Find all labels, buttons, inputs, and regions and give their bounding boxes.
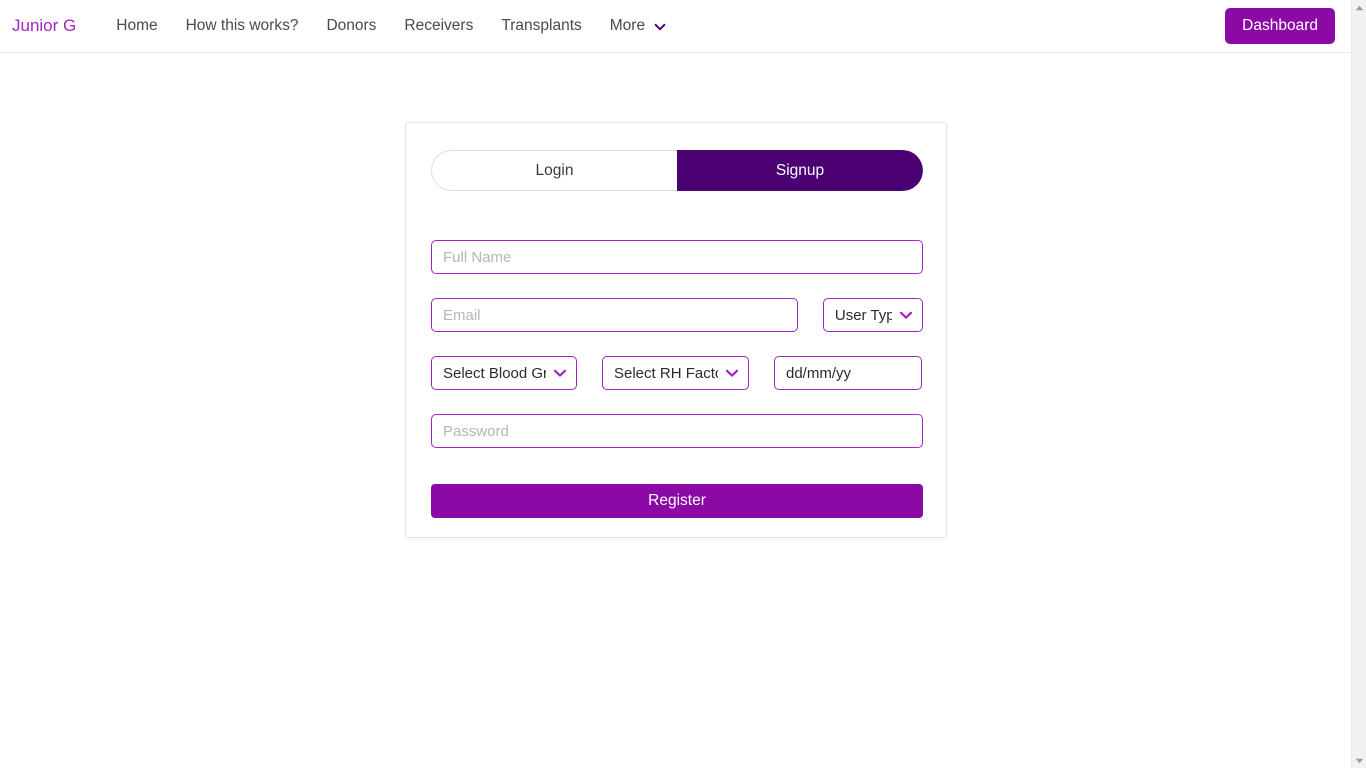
password-input[interactable] (431, 414, 923, 448)
scroll-down-arrow-icon[interactable] (1352, 753, 1366, 768)
brand-logo[interactable]: Junior G (12, 16, 76, 36)
rh-factor-select[interactable]: Select RH Factor (602, 356, 749, 390)
chevron-down-icon (654, 21, 666, 33)
full-name-input[interactable] (431, 240, 923, 274)
user-type-select-label: User Type (834, 306, 892, 324)
nav-item-home[interactable]: Home (102, 11, 171, 41)
nav-item-how-this-works[interactable]: How this works? (172, 11, 313, 41)
blood-group-select[interactable]: Select Blood Group (431, 356, 577, 390)
form-row-email-usertype: User Type (431, 298, 923, 332)
date-of-birth-value: dd/mm/yy (786, 364, 852, 382)
page-scrollbar[interactable] (1351, 0, 1366, 768)
register-button[interactable]: Register (431, 484, 923, 518)
nav-item-more[interactable]: More (596, 11, 680, 41)
nav-item-more-label: More (609, 17, 646, 34)
form-row-name (431, 240, 923, 274)
nav-item-transplants[interactable]: Transplants (487, 11, 595, 41)
signup-form: User Type Select Blood Group Select RH F… (431, 240, 923, 518)
blood-group-select-label: Select Blood Group (443, 364, 546, 382)
form-row-blood-rh-dob: Select Blood Group Select RH Factor dd/m… (431, 356, 923, 390)
chevron-down-icon (725, 366, 739, 380)
chevron-down-icon (553, 366, 567, 380)
user-type-select[interactable]: User Type (822, 298, 923, 332)
nav-links: Home How this works? Donors Receivers Tr… (102, 11, 680, 41)
form-row-password (431, 414, 923, 448)
top-navbar: Junior G Home How this works? Donors Rec… (0, 0, 1351, 53)
rh-factor-select-label: Select RH Factor (614, 364, 718, 382)
auth-card: Login Signup User Type Select Blood Grou… (405, 122, 947, 538)
chevron-down-icon (899, 308, 913, 322)
date-of-birth-input[interactable]: dd/mm/yy (774, 356, 922, 390)
scroll-up-arrow-icon[interactable] (1352, 0, 1366, 15)
dashboard-button[interactable]: Dashboard (1225, 8, 1335, 44)
tab-login[interactable]: Login (431, 150, 677, 191)
nav-item-donors[interactable]: Donors (312, 11, 390, 41)
email-input[interactable] (431, 298, 798, 332)
auth-tab-group: Login Signup (431, 150, 923, 191)
nav-item-receivers[interactable]: Receivers (390, 11, 487, 41)
tab-signup[interactable]: Signup (677, 150, 923, 191)
